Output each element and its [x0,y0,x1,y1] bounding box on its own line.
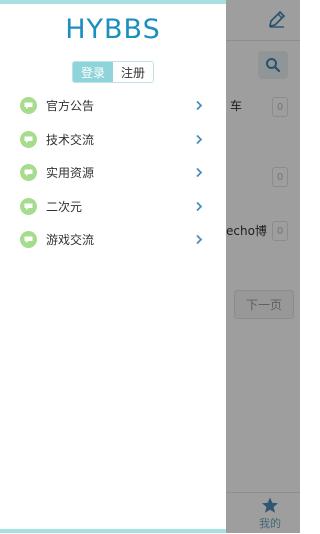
chat-bubble-icon [20,164,37,181]
chevron-right-icon [196,234,203,245]
menu-item-official[interactable]: 官方公告 [0,89,226,123]
chat-bubble-icon [20,97,37,114]
chevron-right-icon [196,167,203,178]
chat-bubble-icon [20,130,37,148]
menu-item-resources[interactable]: 实用资源 [0,156,226,190]
menu-item-tech[interactable]: 技术交流 [0,123,226,157]
auth-toggle: 登录 注册 [72,61,154,83]
menu-item-acg[interactable]: 二次元 [0,190,226,224]
chevron-right-icon [196,201,203,211]
chat-bubble-icon [20,231,37,248]
chevron-right-icon [196,100,203,111]
menu-item-label: 技术交流 [46,132,95,147]
register-button[interactable]: 注册 [113,62,153,82]
menu-item-label: 二次元 [46,199,83,214]
chat-bubble-icon [20,197,37,215]
chevron-right-icon [196,134,203,144]
side-drawer: HYBBS 登录 注册 官方公告 技术交流 实用资源 二次元 游戏交流 [0,0,226,533]
drawer-top-accent [0,0,226,4]
menu-item-label: 实用资源 [46,166,95,181]
brand-logo: HYBBS [65,14,161,45]
menu-item-label: 官方公告 [46,99,95,114]
menu-item-label: 游戏交流 [46,233,95,248]
forum-menu: 官方公告 技术交流 实用资源 二次元 游戏交流 [0,89,226,257]
login-button[interactable]: 登录 [73,62,113,82]
drawer-bottom-accent [0,529,226,533]
menu-item-games[interactable]: 游戏交流 [0,223,226,257]
